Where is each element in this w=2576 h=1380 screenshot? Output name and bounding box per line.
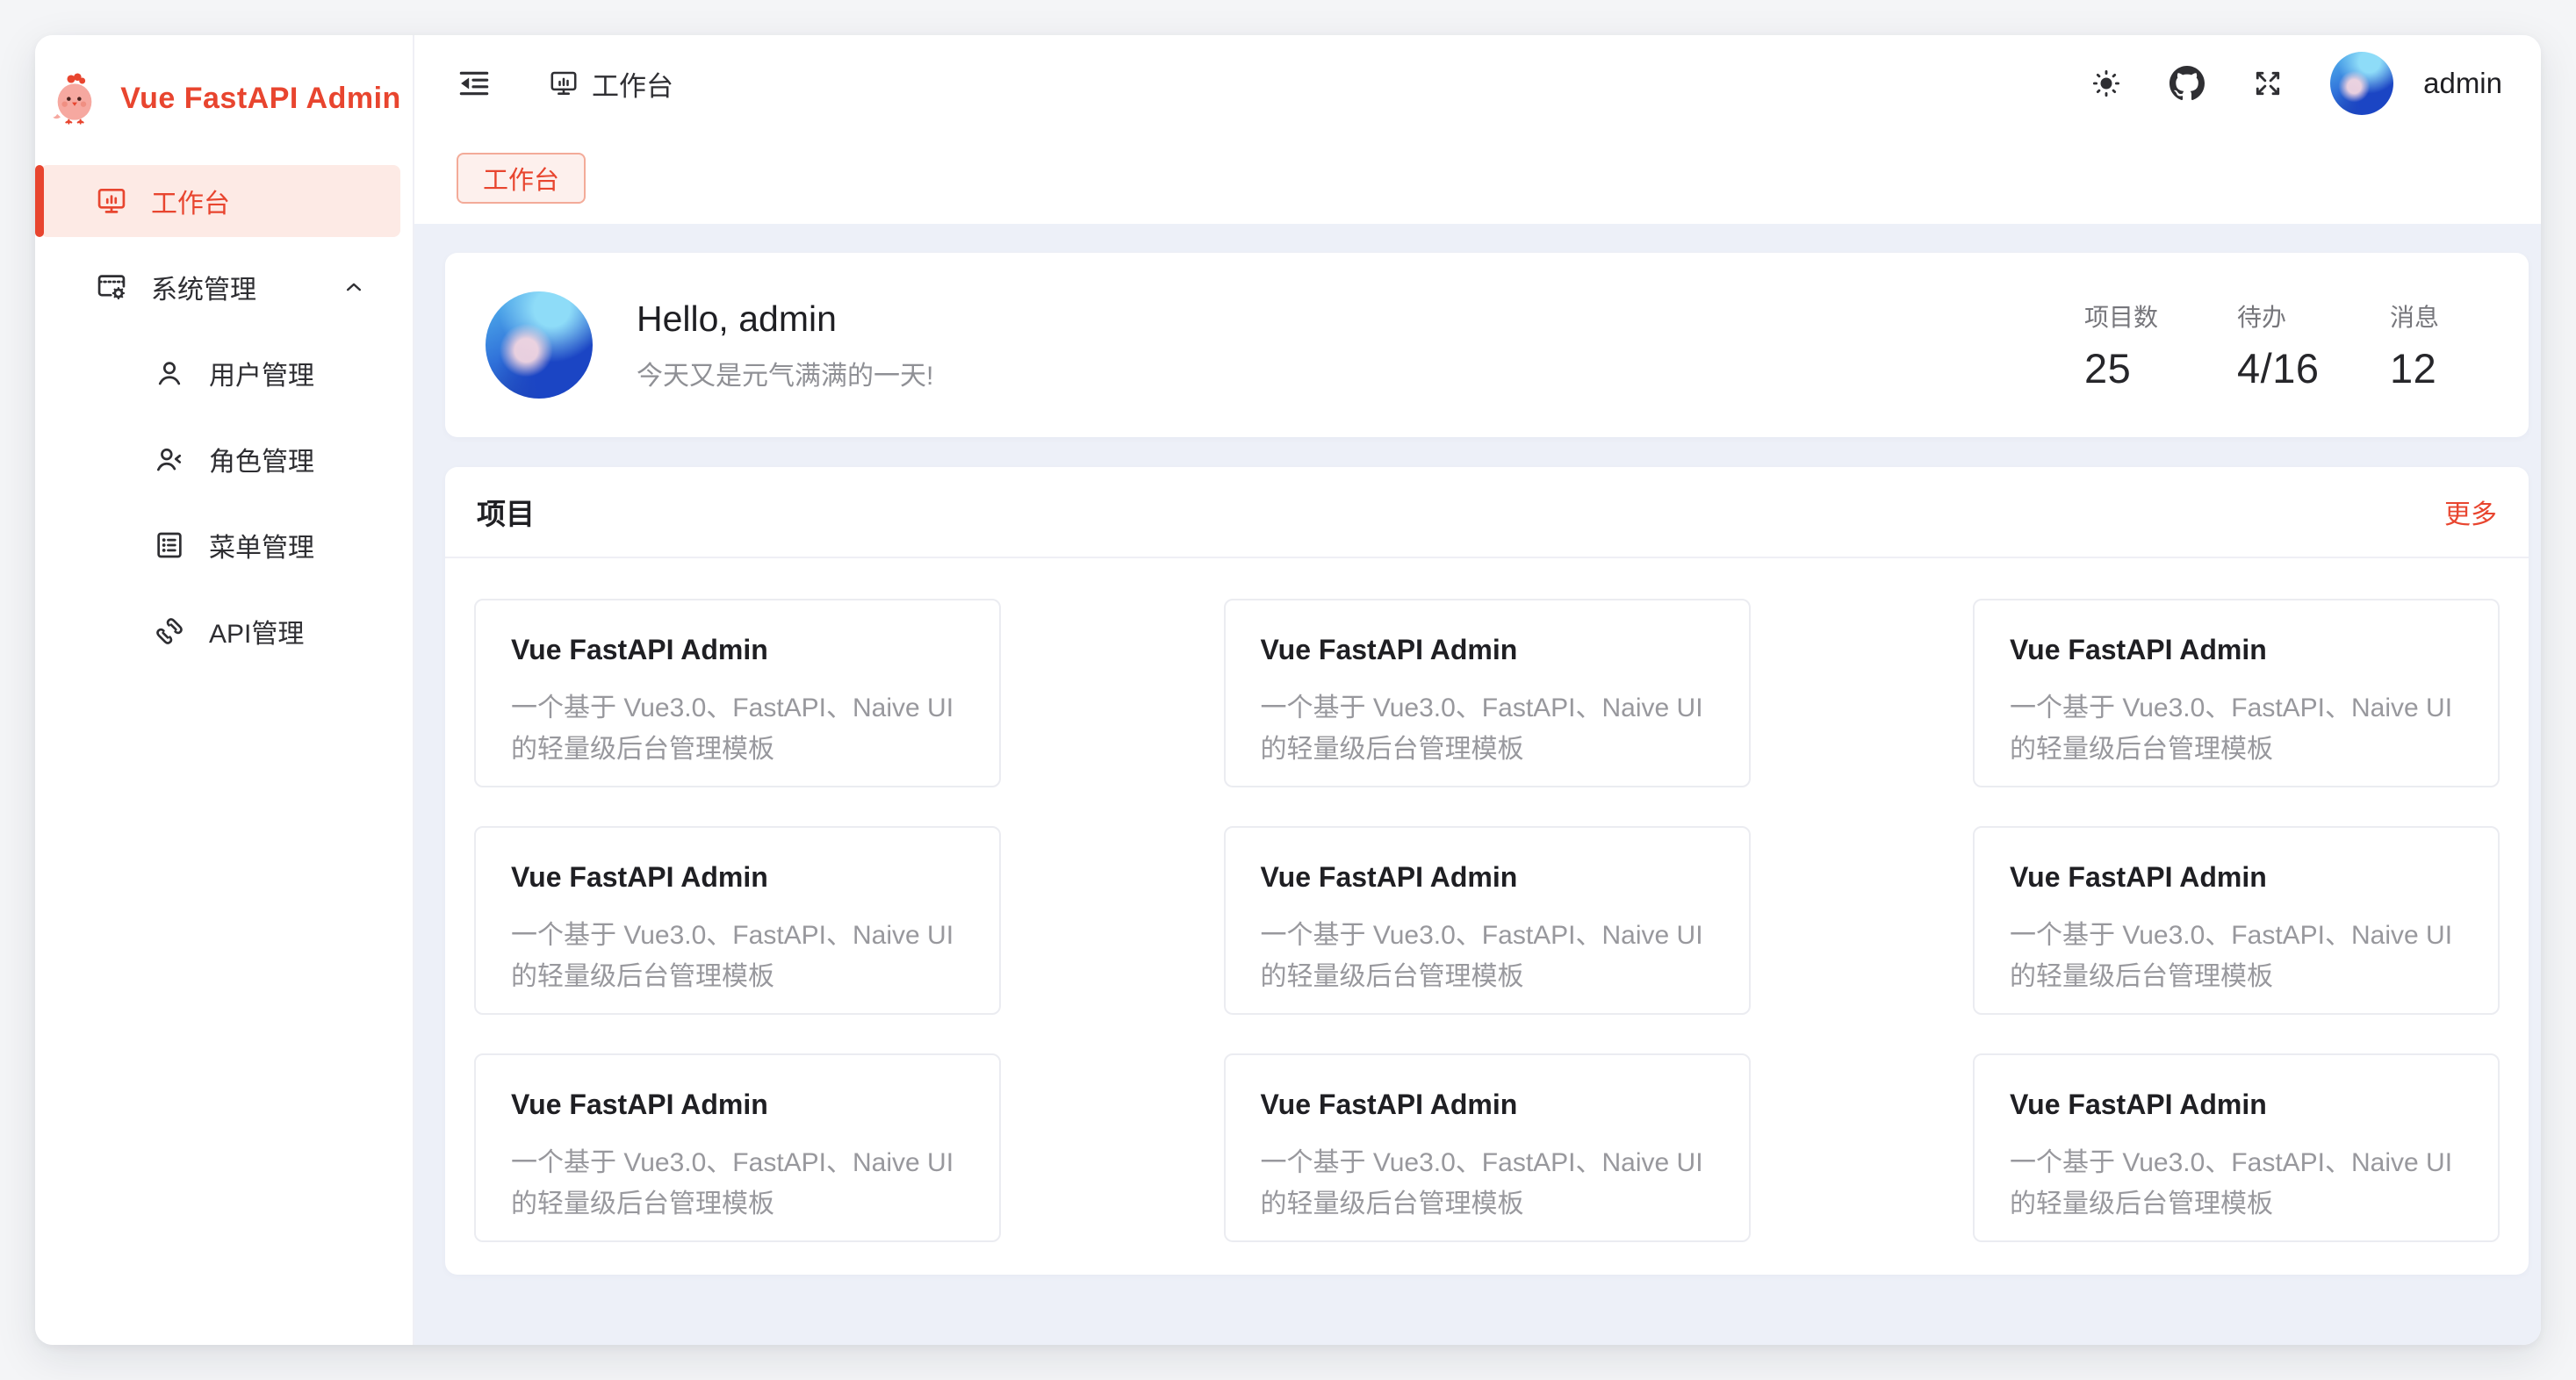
project-description: 一个基于 Vue3.0、FastAPI、Naive UI 的轻量级后台管理模板 — [1261, 915, 1714, 997]
fullscreen-icon[interactable] — [2251, 66, 2285, 101]
sidebar-item-workbench[interactable]: 工作台 — [40, 165, 400, 237]
stat-todos: 待办 4/16 — [2237, 298, 2334, 392]
sidebar-item-label: API管理 — [209, 612, 304, 650]
workbench-icon — [95, 184, 128, 218]
stat-label: 项目数 — [2084, 298, 2181, 334]
projects-panel: 项目 更多 Vue FastAPI Admin 一个基于 Vue3.0、Fast… — [445, 467, 2529, 1275]
chevron-up-icon — [341, 274, 367, 300]
project-description: 一个基于 Vue3.0、FastAPI、Naive UI 的轻量级后台管理模板 — [1261, 1142, 1714, 1225]
breadcrumb-label: 工作台 — [592, 64, 673, 104]
stat-messages: 消息 12 — [2390, 298, 2486, 392]
app-logo: Vue FastAPI Admin — [35, 35, 413, 165]
project-description: 一个基于 Vue3.0、FastAPI、Naive UI 的轻量级后台管理模板 — [511, 687, 964, 770]
username[interactable]: admin — [2423, 67, 2502, 100]
project-card[interactable]: Vue FastAPI Admin 一个基于 Vue3.0、FastAPI、Na… — [1973, 1053, 2500, 1242]
sidebar-item-menus[interactable]: 菜单管理 — [40, 509, 400, 581]
stat-value: 25 — [2084, 344, 2181, 392]
main-area: 工作台 admin 工作台 — [414, 35, 2541, 1345]
role-icon — [153, 442, 186, 476]
projects-header: 项目 更多 — [445, 467, 2529, 558]
welcome-card: Hello, admin 今天又是元气满满的一天! 项目数 25 待办 4/16… — [445, 253, 2529, 437]
project-description: 一个基于 Vue3.0、FastAPI、Naive UI 的轻量级后台管理模板 — [2010, 687, 2463, 770]
projects-title: 项目 — [477, 491, 535, 533]
more-link[interactable]: 更多 — [2444, 492, 2497, 531]
project-description: 一个基于 Vue3.0、FastAPI、Naive UI 的轻量级后台管理模板 — [511, 915, 964, 997]
app-title: Vue FastAPI Admin — [120, 82, 401, 116]
project-card[interactable]: Vue FastAPI Admin 一个基于 Vue3.0、FastAPI、Na… — [1224, 599, 1751, 787]
project-title: Vue FastAPI Admin — [2010, 634, 2463, 666]
stat-projects: 项目数 25 — [2084, 298, 2181, 392]
project-title: Vue FastAPI Admin — [511, 634, 964, 666]
user-avatar-large — [486, 291, 593, 399]
topbar-actions: admin — [2090, 52, 2502, 115]
project-description: 一个基于 Vue3.0、FastAPI、Naive UI 的轻量级后台管理模板 — [1261, 687, 1714, 770]
user-icon — [153, 356, 186, 390]
app-window: Vue FastAPI Admin 工作台 系统管理 — [35, 35, 2541, 1345]
api-plug-icon — [153, 615, 186, 648]
workbench-icon — [548, 68, 579, 99]
menu-list-icon — [153, 528, 186, 562]
project-card[interactable]: Vue FastAPI Admin 一个基于 Vue3.0、FastAPI、Na… — [474, 599, 1001, 787]
stat-label: 消息 — [2390, 298, 2486, 334]
collapse-sidebar-icon[interactable] — [457, 66, 492, 101]
project-description: 一个基于 Vue3.0、FastAPI、Naive UI 的轻量级后台管理模板 — [511, 1142, 964, 1225]
project-description: 一个基于 Vue3.0、FastAPI、Naive UI 的轻量级后台管理模板 — [2010, 915, 2463, 997]
tag-workbench[interactable]: 工作台 — [457, 153, 586, 204]
sidebar-item-label: 菜单管理 — [209, 526, 314, 564]
stat-value: 4/16 — [2237, 344, 2334, 392]
stat-value: 12 — [2390, 344, 2486, 392]
project-card[interactable]: Vue FastAPI Admin 一个基于 Vue3.0、FastAPI、Na… — [1224, 826, 1751, 1015]
projects-grid: Vue FastAPI Admin 一个基于 Vue3.0、FastAPI、Na… — [445, 558, 2529, 1242]
project-card[interactable]: Vue FastAPI Admin 一个基于 Vue3.0、FastAPI、Na… — [474, 1053, 1001, 1242]
project-card[interactable]: Vue FastAPI Admin 一个基于 Vue3.0、FastAPI、Na… — [474, 826, 1001, 1015]
sidebar-item-users[interactable]: 用户管理 — [40, 337, 400, 409]
project-card[interactable]: Vue FastAPI Admin 一个基于 Vue3.0、FastAPI、Na… — [1224, 1053, 1751, 1242]
project-card[interactable]: Vue FastAPI Admin 一个基于 Vue3.0、FastAPI、Na… — [1973, 826, 2500, 1015]
sidebar-item-label: 工作台 — [151, 182, 230, 220]
greeting-subtitle: 今天又是元气满满的一天! — [637, 354, 933, 392]
chick-logo-icon — [47, 70, 103, 126]
sidebar-item-label: 用户管理 — [209, 354, 314, 392]
tag-label: 工作台 — [483, 160, 559, 197]
sidebar: Vue FastAPI Admin 工作台 系统管理 — [35, 35, 414, 1345]
top-header: 工作台 admin — [414, 35, 2541, 132]
project-description: 一个基于 Vue3.0、FastAPI、Naive UI 的轻量级后台管理模板 — [2010, 1142, 2463, 1225]
sidebar-item-label: 角色管理 — [209, 440, 314, 478]
project-title: Vue FastAPI Admin — [511, 1089, 964, 1121]
sidebar-item-roles[interactable]: 角色管理 — [40, 423, 400, 495]
project-card[interactable]: Vue FastAPI Admin 一个基于 Vue3.0、FastAPI、Na… — [1973, 599, 2500, 787]
page-content: Hello, admin 今天又是元气满满的一天! 项目数 25 待办 4/16… — [414, 224, 2541, 1345]
greeting: Hello, admin — [637, 298, 933, 340]
project-title: Vue FastAPI Admin — [1261, 1089, 1714, 1121]
user-avatar[interactable] — [2330, 52, 2393, 115]
sidebar-item-system[interactable]: 系统管理 — [40, 251, 400, 323]
stat-label: 待办 — [2237, 298, 2334, 334]
system-settings-icon — [95, 270, 128, 304]
sidebar-item-label: 系统管理 — [151, 268, 256, 306]
project-title: Vue FastAPI Admin — [1261, 634, 1714, 666]
welcome-text: Hello, admin 今天又是元气满满的一天! — [637, 298, 933, 392]
project-title: Vue FastAPI Admin — [511, 861, 964, 894]
github-icon[interactable] — [2169, 66, 2205, 101]
project-title: Vue FastAPI Admin — [2010, 861, 2463, 894]
project-title: Vue FastAPI Admin — [2010, 1089, 2463, 1121]
tags-bar: 工作台 — [414, 132, 2541, 224]
breadcrumb[interactable]: 工作台 — [548, 64, 673, 104]
sidebar-menu: 工作台 系统管理 用户管理 角 — [35, 165, 413, 681]
theme-toggle-sun-icon[interactable] — [2090, 66, 2123, 101]
stats-group: 项目数 25 待办 4/16 消息 12 — [2084, 298, 2486, 392]
project-title: Vue FastAPI Admin — [1261, 861, 1714, 894]
sidebar-item-api[interactable]: API管理 — [40, 595, 400, 667]
